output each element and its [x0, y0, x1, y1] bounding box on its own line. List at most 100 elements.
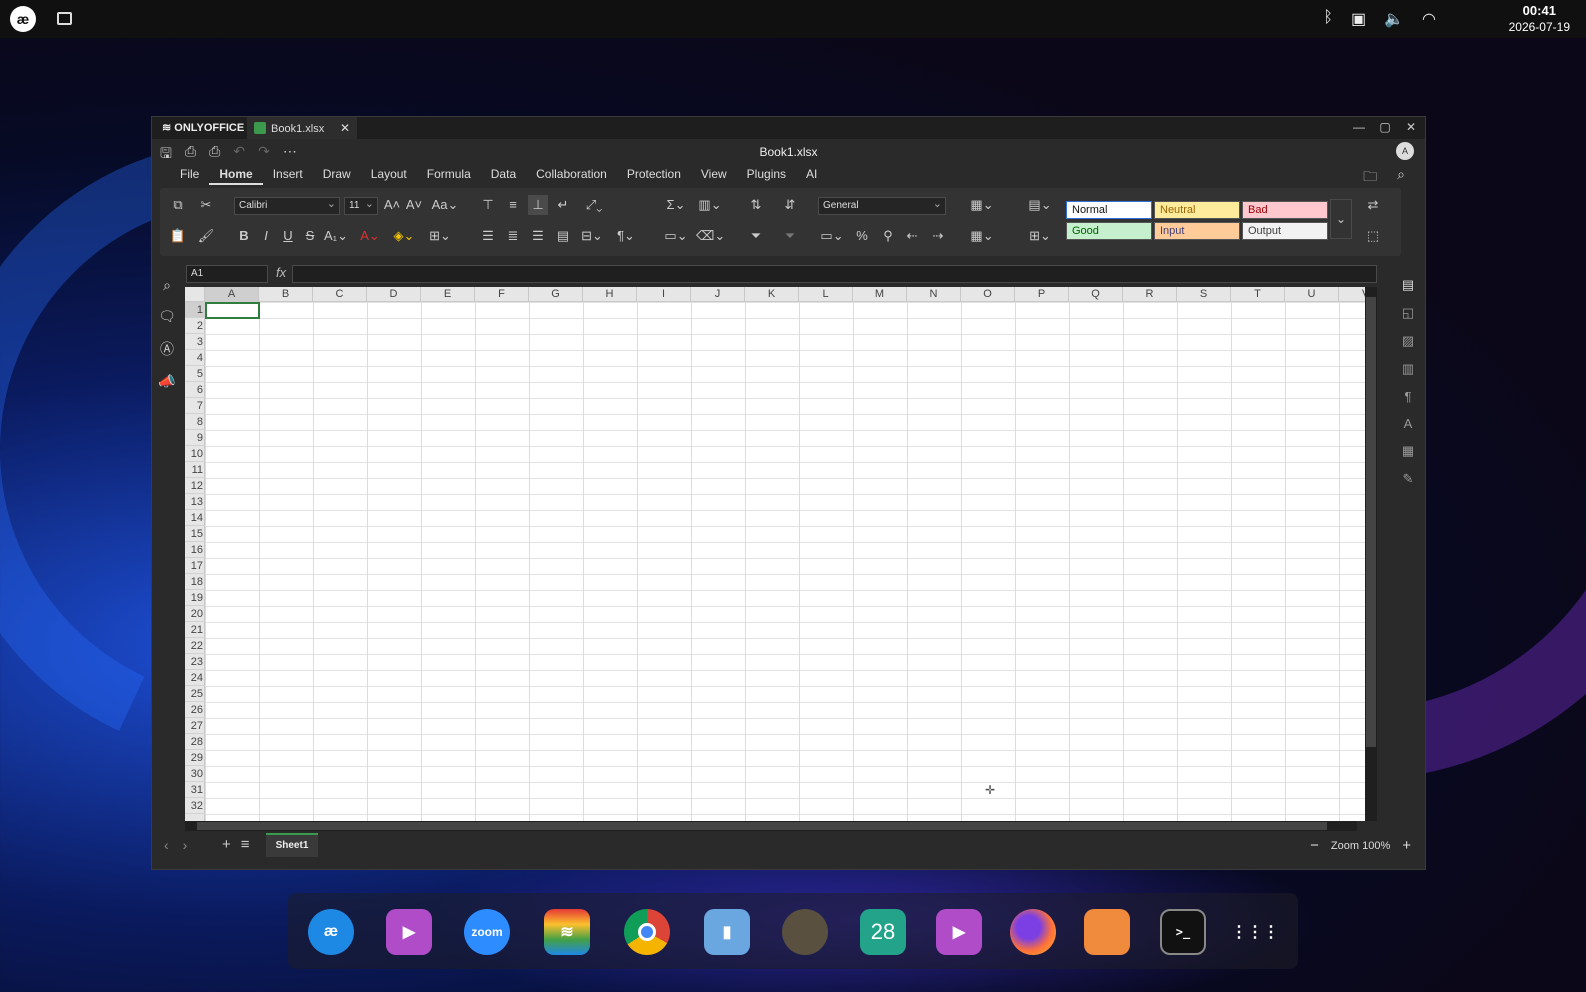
- column-header[interactable]: T: [1231, 287, 1285, 302]
- function-icon[interactable]: fx: [276, 265, 286, 280]
- row-header[interactable]: 30: [185, 766, 205, 782]
- menu-layout[interactable]: Layout: [361, 165, 417, 185]
- row-header[interactable]: 6: [185, 382, 205, 398]
- column-header[interactable]: R: [1123, 287, 1177, 302]
- dock-app-onlyoffice-icon[interactable]: ≋: [544, 909, 590, 955]
- row-header[interactable]: 15: [185, 526, 205, 542]
- fill-color-icon[interactable]: ◈⌄: [390, 226, 418, 246]
- paragraph-settings-icon[interactable]: ¶: [1399, 389, 1417, 404]
- menu-plugins[interactable]: Plugins: [737, 165, 796, 185]
- row-header[interactable]: 24: [185, 670, 205, 686]
- wrap-text-icon[interactable]: ↵: [553, 195, 573, 215]
- pivot-settings-icon[interactable]: ▦: [1399, 443, 1417, 459]
- column-header[interactable]: G: [529, 287, 583, 302]
- menu-data[interactable]: Data: [481, 165, 526, 185]
- row-header[interactable]: 19: [185, 590, 205, 606]
- formula-input[interactable]: [292, 265, 1377, 283]
- style-neutral[interactable]: Neutral: [1154, 201, 1240, 219]
- sort-ascending-icon[interactable]: ⇅: [746, 195, 766, 215]
- column-header[interactable]: V: [1339, 287, 1365, 302]
- merge-cells-icon[interactable]: ⊟⌄: [578, 226, 606, 246]
- percent-icon[interactable]: %: [852, 226, 872, 246]
- align-bottom-icon[interactable]: ⊥: [528, 195, 548, 215]
- align-top-icon[interactable]: ⊤: [478, 195, 498, 215]
- styles-more-chevron-icon[interactable]: ⌄: [1330, 199, 1352, 239]
- select-icon[interactable]: ⬚: [1363, 226, 1383, 246]
- zoom-out-icon[interactable]: −: [1310, 837, 1319, 854]
- cell-area[interactable]: [205, 302, 1365, 821]
- close-window-icon[interactable]: ✕: [1403, 120, 1419, 134]
- menu-formula[interactable]: Formula: [417, 165, 481, 185]
- next-sheet-icon[interactable]: ›: [183, 837, 188, 853]
- accounting-icon[interactable]: ▭⌄: [818, 226, 846, 246]
- volume-icon[interactable]: 🔈: [1384, 9, 1404, 29]
- bold-icon[interactable]: B: [234, 226, 254, 246]
- column-header[interactable]: Q: [1069, 287, 1123, 302]
- name-box[interactable]: A1: [186, 265, 268, 283]
- spreadsheet-grid[interactable]: ABCDEFGHIJKLMNOPQRSTUV 12345678910111213…: [185, 287, 1365, 821]
- column-header[interactable]: J: [691, 287, 745, 302]
- style-normal[interactable]: Normal: [1066, 201, 1152, 219]
- borders-icon[interactable]: ⊞⌄: [426, 226, 454, 246]
- row-header[interactable]: 16: [185, 542, 205, 558]
- clipboard-icon[interactable]: ▣: [1351, 9, 1366, 29]
- row-header[interactable]: 12: [185, 478, 205, 494]
- selected-cell-a1[interactable]: [205, 302, 260, 319]
- row-header[interactable]: 17: [185, 558, 205, 574]
- change-case-icon[interactable]: Aa⌄: [430, 195, 460, 215]
- column-header[interactable]: S: [1177, 287, 1231, 302]
- row-header[interactable]: 11: [185, 462, 205, 478]
- dock-app-chrome-icon[interactable]: [624, 909, 670, 955]
- column-header[interactable]: O: [961, 287, 1015, 302]
- align-left-icon[interactable]: ☰: [478, 226, 498, 246]
- sum-icon[interactable]: Σ⌄: [662, 195, 690, 215]
- dock-app-viewer-icon[interactable]: [1084, 909, 1130, 955]
- clock[interactable]: 00:41 2026-07-19: [1509, 3, 1570, 35]
- vertical-scroll-thumb[interactable]: [1366, 297, 1376, 747]
- named-range-icon[interactable]: ▭⌄: [662, 226, 690, 246]
- search-icon[interactable]: ⌕: [1397, 166, 1405, 190]
- minimize-icon[interactable]: —: [1351, 120, 1367, 134]
- shape-settings-icon[interactable]: ◱: [1399, 305, 1417, 321]
- document-tab[interactable]: Book1.xlsx ✕: [247, 117, 357, 139]
- font-size-select[interactable]: 11: [344, 197, 378, 215]
- row-header[interactable]: 23: [185, 654, 205, 670]
- column-header[interactable]: H: [583, 287, 637, 302]
- column-header[interactable]: L: [799, 287, 853, 302]
- add-sheet-icon[interactable]: +: [222, 836, 231, 853]
- menu-view[interactable]: View: [691, 165, 737, 185]
- font-color-icon[interactable]: A⌄: [356, 226, 384, 246]
- menu-insert[interactable]: Insert: [263, 165, 313, 185]
- row-header[interactable]: 21: [185, 622, 205, 638]
- row-header[interactable]: 13: [185, 494, 205, 510]
- dock-app-terminal-icon[interactable]: >_: [1160, 909, 1206, 955]
- dock-app-os-icon[interactable]: æ: [308, 909, 354, 955]
- prev-sheet-icon[interactable]: ‹: [164, 837, 169, 853]
- menu-file[interactable]: File: [170, 165, 209, 185]
- style-output[interactable]: Output: [1242, 222, 1328, 240]
- image-settings-icon[interactable]: ▨: [1399, 333, 1417, 349]
- row-header[interactable]: 20: [185, 606, 205, 622]
- dock-app-media-player-icon[interactable]: ▶: [386, 909, 432, 955]
- number-format-select[interactable]: General: [818, 197, 946, 215]
- horizontal-scrollbar[interactable]: [185, 821, 1357, 831]
- user-avatar[interactable]: A: [1396, 142, 1414, 160]
- feedback-icon[interactable]: 📣: [158, 373, 176, 390]
- menu-home[interactable]: Home: [209, 165, 263, 185]
- delete-cells-icon[interactable]: ▦⌄: [968, 226, 996, 246]
- bluetooth-icon[interactable]: ᛒ: [1323, 9, 1333, 29]
- open-location-icon[interactable]: 🗀: [1363, 166, 1377, 190]
- menu-protection[interactable]: Protection: [617, 165, 691, 185]
- row-header[interactable]: 27: [185, 718, 205, 734]
- clear-icon[interactable]: ⌫⌄: [696, 226, 725, 246]
- format-as-table-icon[interactable]: ▤⌄: [1026, 195, 1054, 215]
- column-header[interactable]: M: [853, 287, 907, 302]
- onlyoffice-logo[interactable]: ≋ ONLYOFFICE: [162, 121, 244, 134]
- align-center-icon[interactable]: ≣: [503, 226, 523, 246]
- align-right-icon[interactable]: ☰: [528, 226, 548, 246]
- decrease-decimal-icon[interactable]: ⇠: [902, 226, 922, 246]
- column-header[interactable]: A: [205, 287, 259, 302]
- justify-icon[interactable]: ▤: [553, 226, 573, 246]
- os-logo-icon[interactable]: æ: [10, 6, 36, 32]
- decrease-font-icon[interactable]: A˅: [404, 195, 424, 215]
